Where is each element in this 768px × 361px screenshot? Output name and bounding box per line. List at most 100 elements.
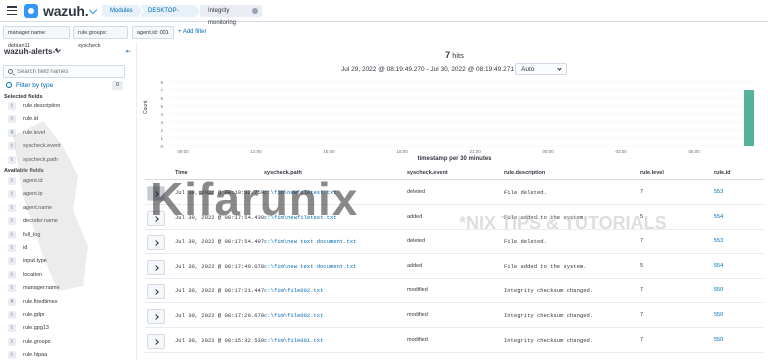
date-range-text: Jul 29, 2022 @ 08:19:49.270 - Jul 30, 20… bbox=[341, 66, 514, 73]
expand-row-button[interactable] bbox=[147, 259, 165, 275]
field-type-icon: t bbox=[8, 311, 16, 319]
index-pattern-selector[interactable]: wazuh-alerts-* bbox=[4, 47, 58, 56]
y-tick-label: 2 bbox=[160, 128, 163, 133]
cell-syscheck-path[interactable]: c:\fim\newfiletest.txt bbox=[264, 214, 337, 221]
field-name: rule.groups bbox=[23, 338, 51, 345]
y-tick-label: 4 bbox=[160, 112, 163, 117]
info-icon[interactable] bbox=[252, 8, 258, 14]
field-item[interactable]: t rule.groups bbox=[3, 336, 133, 348]
field-item[interactable]: t input.type bbox=[3, 255, 133, 267]
table-row[interactable]: Jul 30, 2022 @ 08:15:32.530 c:\fim\file00… bbox=[145, 329, 764, 353]
table-row[interactable]: Jul 30, 2022 @ 08:17:21.447 c:\fim\file00… bbox=[145, 279, 764, 304]
cell-syscheck-path[interactable]: c:\fim\file002.txt bbox=[264, 287, 323, 294]
cell-syscheck-path[interactable]: c:\fim\newfiletest.txt bbox=[264, 189, 337, 196]
field-item[interactable]: t syscheck.path bbox=[3, 154, 133, 166]
table-row[interactable]: Jul 30, 2022 @ 08:17:40.078 c:\fim\new te… bbox=[145, 255, 764, 279]
interval-value: Auto bbox=[521, 66, 535, 73]
cell-rule-description: Integrity checksum changed. bbox=[504, 336, 594, 344]
field-search-input[interactable] bbox=[17, 66, 122, 77]
field-type-icon: t bbox=[8, 190, 16, 199]
field-type-icon: t bbox=[8, 102, 16, 110]
field-name: id bbox=[23, 245, 28, 251]
interval-select[interactable]: Auto bbox=[515, 63, 567, 75]
cell-syscheck-path[interactable]: c:\fim\new text document.txt bbox=[264, 238, 356, 245]
filter-pill-agent-id[interactable]: agent.id: 001 bbox=[132, 26, 174, 39]
cell-rule-level: 5 bbox=[640, 262, 644, 269]
cell-rule-id[interactable]: 554 bbox=[714, 214, 723, 220]
field-item[interactable]: t rule.gdpr bbox=[3, 309, 133, 321]
cell-syscheck-event: modified bbox=[407, 312, 428, 318]
field-item[interactable]: # rule.level bbox=[3, 127, 133, 139]
field-item[interactable]: # rule.firedtimes bbox=[3, 296, 133, 308]
cell-rule-id[interactable]: 554 bbox=[714, 263, 723, 269]
cell-rule-description: File deleted. bbox=[504, 238, 547, 246]
column-header-time[interactable]: Time bbox=[175, 170, 188, 176]
column-header-rule-level[interactable]: rule.level bbox=[640, 170, 664, 176]
field-item[interactable]: t id bbox=[3, 242, 133, 254]
field-type-icon: # bbox=[8, 128, 16, 137]
x-tick-label: 21:00 bbox=[469, 149, 481, 154]
cell-syscheck-path[interactable]: c:\fim\new text document.txt bbox=[264, 263, 356, 270]
field-search-box bbox=[3, 65, 125, 78]
field-item[interactable]: t agent.name bbox=[3, 202, 133, 214]
wazuh-logo-text[interactable]: wazuh. bbox=[43, 3, 89, 19]
filter-pill-rule-groups[interactable]: rule.groups: syscheck bbox=[73, 26, 128, 49]
column-header-syscheck-path[interactable]: syscheck.path bbox=[264, 170, 302, 176]
add-filter-button[interactable]: + Add filter bbox=[178, 29, 207, 35]
cell-rule-id[interactable]: 553 bbox=[714, 238, 723, 244]
column-header-rule-id[interactable]: rule.id bbox=[714, 170, 731, 176]
column-header-rule-description[interactable]: rule.description bbox=[504, 170, 545, 176]
table-row[interactable]: Jul 30, 2022 @ 08:17:20.670 c:\fim\file00… bbox=[145, 304, 764, 328]
field-item[interactable]: t full_log bbox=[3, 229, 133, 241]
field-item[interactable]: t location bbox=[3, 269, 133, 281]
field-item[interactable]: t rule.gpg13 bbox=[3, 322, 133, 334]
breadcrumb-agent[interactable]: DESKTOP-JDR1Q8 bbox=[140, 5, 200, 17]
field-item[interactable]: t syscheck.event bbox=[3, 140, 133, 152]
expand-row-button[interactable] bbox=[147, 210, 165, 226]
breadcrumb-modules[interactable]: Modules bbox=[102, 5, 142, 17]
field-type-icon: t bbox=[8, 244, 16, 252]
filter-by-type-button[interactable]: Filter by type bbox=[16, 82, 53, 89]
cell-rule-level: 7 bbox=[640, 336, 644, 343]
cell-rule-id[interactable]: 550 bbox=[714, 337, 723, 343]
expand-row-button[interactable] bbox=[147, 235, 165, 251]
filter-pill-manager[interactable]: manager.name: debian11 bbox=[3, 26, 70, 49]
field-sidebar: wazuh-alerts-* ⇤ Filter by type 0 Select… bbox=[0, 42, 137, 360]
cell-rule-level: 7 bbox=[640, 238, 644, 245]
field-item[interactable]: t agent.id bbox=[3, 175, 133, 187]
expand-row-button[interactable] bbox=[147, 186, 165, 201]
menu-icon[interactable] bbox=[7, 6, 17, 15]
field-type-icon: t bbox=[8, 203, 16, 212]
field-type-icon: t bbox=[8, 284, 16, 293]
field-item[interactable]: t rule.id bbox=[3, 113, 133, 125]
cell-syscheck-event: deleted bbox=[407, 238, 426, 245]
table-row[interactable]: Jul 30, 2022 @ 08:17:54.407 c:\fim\new te… bbox=[145, 230, 764, 255]
expand-row-button[interactable] bbox=[147, 333, 165, 349]
hits-label: hits bbox=[452, 51, 464, 60]
cell-syscheck-path[interactable]: c:\fim\file002.txt bbox=[264, 312, 323, 319]
table-row[interactable]: Jul 30, 2022 @ 08:17:54.430 c:\fim\newfil… bbox=[145, 206, 764, 230]
table-row[interactable]: Jul 30, 2022 @ 08:19:32.759 c:\fim\newfil… bbox=[145, 181, 764, 205]
chevron-down-icon[interactable] bbox=[88, 5, 98, 15]
field-item[interactable]: t agent.ip bbox=[3, 188, 133, 200]
field-item[interactable]: t rule.hipaa bbox=[3, 349, 133, 361]
collapse-sidebar-icon[interactable]: ⇤ bbox=[126, 48, 131, 55]
expand-row-button[interactable] bbox=[147, 309, 165, 324]
column-header-syscheck-event[interactable]: syscheck.event bbox=[407, 170, 448, 176]
field-item[interactable]: t decoder.name bbox=[3, 215, 133, 227]
cell-rule-id[interactable]: 550 bbox=[714, 312, 723, 318]
cell-rule-id[interactable]: 553 bbox=[714, 189, 723, 195]
x-tick-label: 03:00 bbox=[616, 149, 628, 154]
cell-syscheck-path[interactable]: c:\fim\file001.txt bbox=[264, 337, 323, 344]
cell-rule-description: Integrity checksum changed. bbox=[504, 287, 594, 295]
field-item[interactable]: t manager.name bbox=[3, 282, 133, 294]
cell-rule-level: 7 bbox=[640, 287, 644, 294]
top-navigation-bar: wazuh. Modules DESKTOP-JDR1Q8 Integrity … bbox=[0, 0, 768, 26]
cell-rule-id[interactable]: 550 bbox=[714, 287, 723, 293]
expand-row-button[interactable] bbox=[147, 284, 165, 300]
field-name: manager.name bbox=[23, 285, 60, 292]
cell-rule-description: File added to the system. bbox=[504, 262, 587, 270]
wazuh-logo-icon[interactable] bbox=[24, 4, 38, 18]
y-tick-label: 7 bbox=[160, 88, 163, 93]
field-item[interactable]: t rule.description bbox=[3, 100, 133, 112]
